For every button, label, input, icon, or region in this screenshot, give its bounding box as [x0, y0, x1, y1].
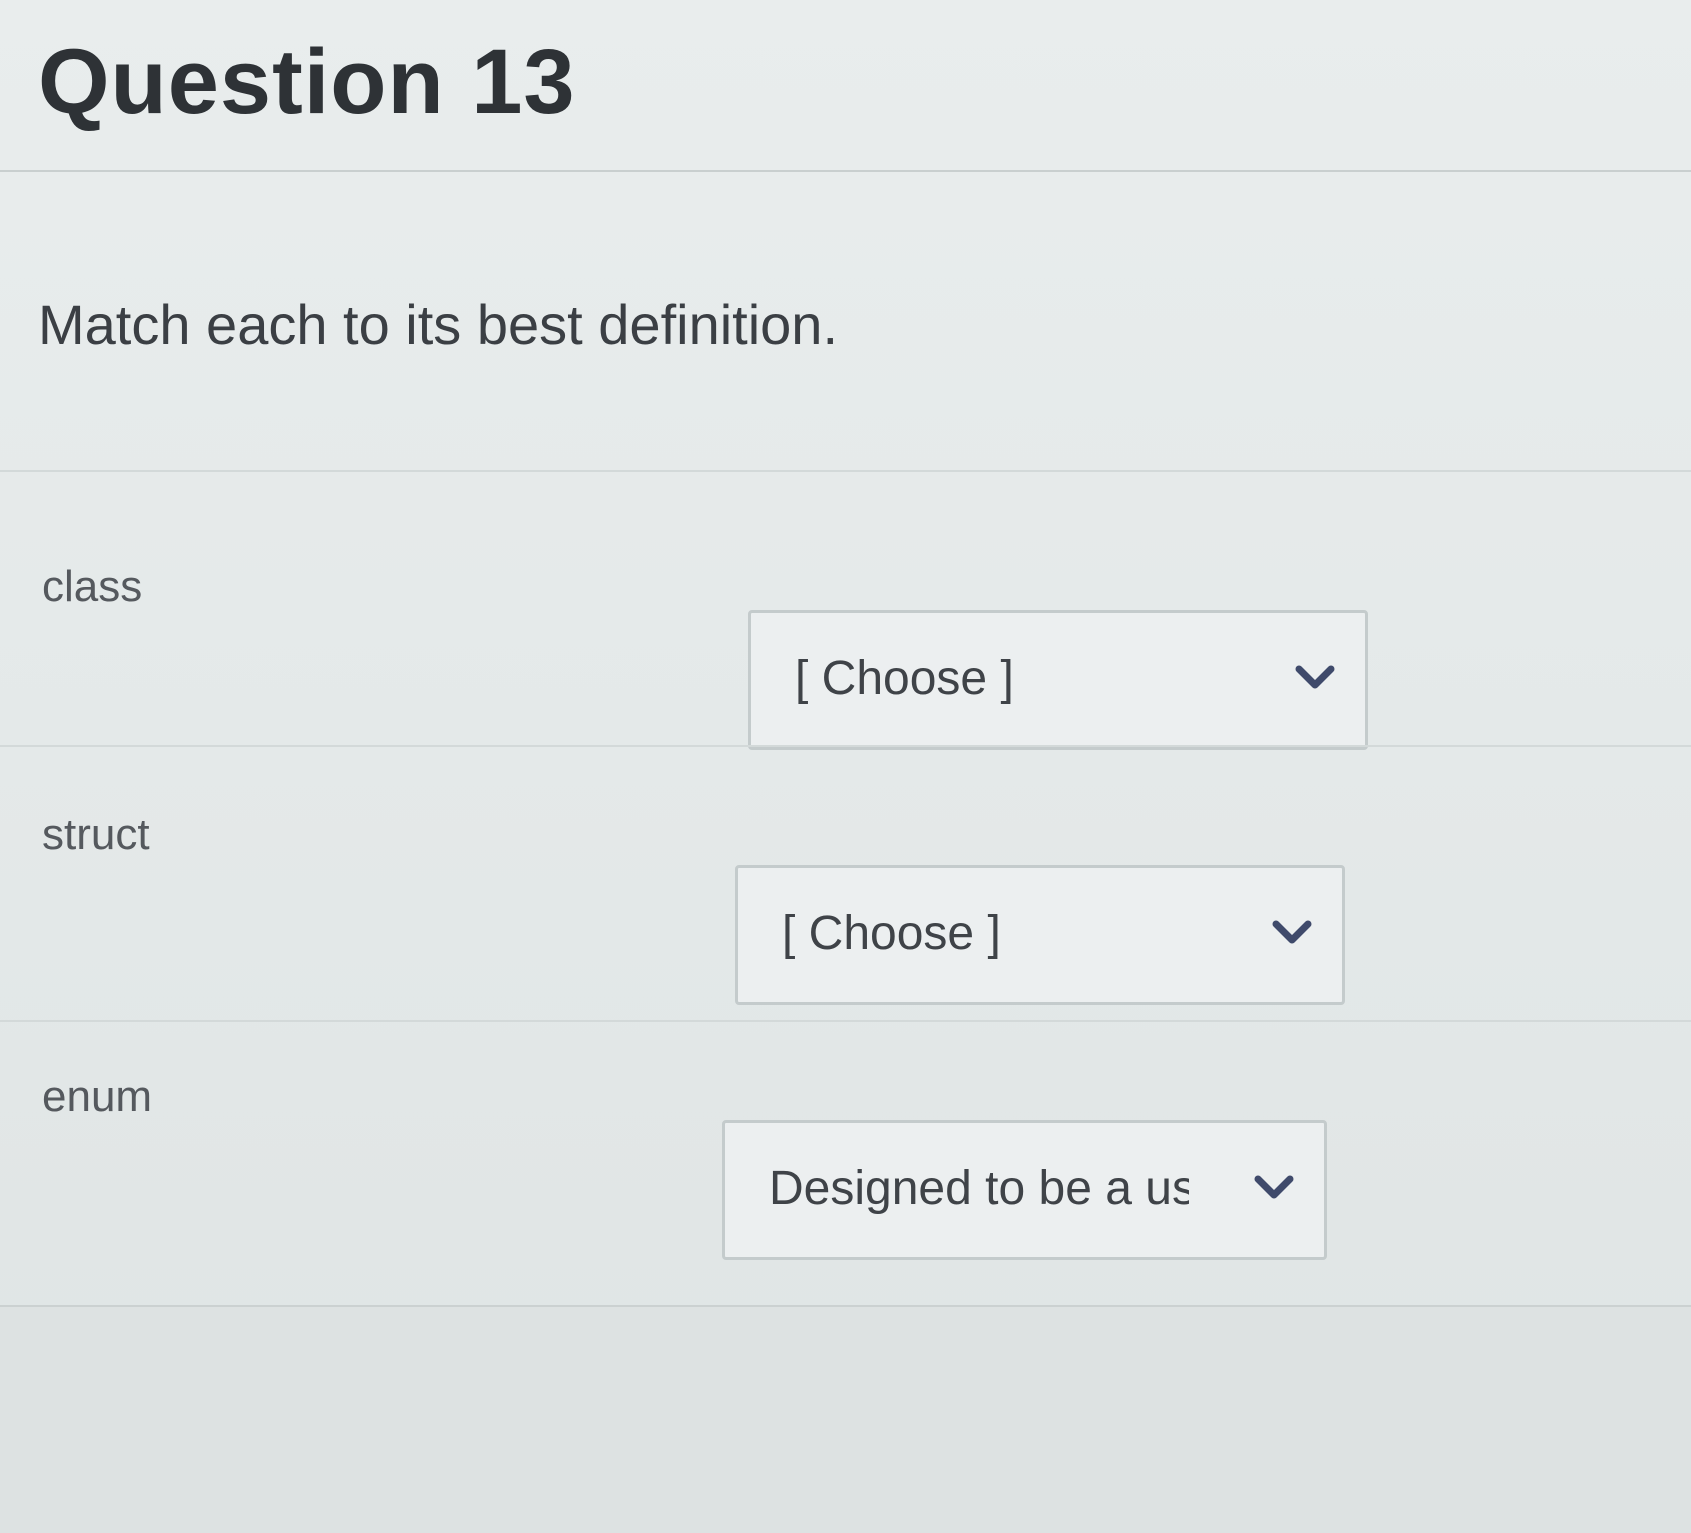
match-row-struct: struct [ Choose ]	[0, 745, 1691, 1020]
question-header: Question 13	[0, 0, 1691, 172]
question-title: Question 13	[38, 31, 576, 133]
term-label: enum	[42, 1072, 153, 1121]
definition-dropdown-class[interactable]: [ Choose ]	[748, 610, 1368, 750]
term-label: class	[42, 562, 143, 611]
question-prompt: Match each to its best definition.	[38, 293, 838, 356]
definition-dropdown-enum[interactable]: Designed to be a us	[722, 1120, 1327, 1260]
chevron-down-icon	[1254, 1175, 1294, 1199]
definition-dropdown-struct[interactable]: [ Choose ]	[735, 865, 1345, 1005]
footer-area	[0, 1305, 1691, 1533]
match-row-class: class [ Choose ]	[0, 470, 1691, 750]
quiz-page: Question 13 Match each to its best defin…	[0, 0, 1691, 1533]
chevron-down-icon	[1272, 920, 1312, 944]
dropdown-selected-value: [ Choose ]	[782, 907, 1001, 960]
term-label: struct	[42, 810, 150, 859]
match-row-enum: enum Designed to be a us	[0, 1020, 1691, 1305]
chevron-down-icon	[1295, 665, 1335, 689]
dropdown-selected-value: Designed to be a us	[769, 1162, 1189, 1215]
dropdown-selected-value: [ Choose ]	[795, 652, 1014, 705]
